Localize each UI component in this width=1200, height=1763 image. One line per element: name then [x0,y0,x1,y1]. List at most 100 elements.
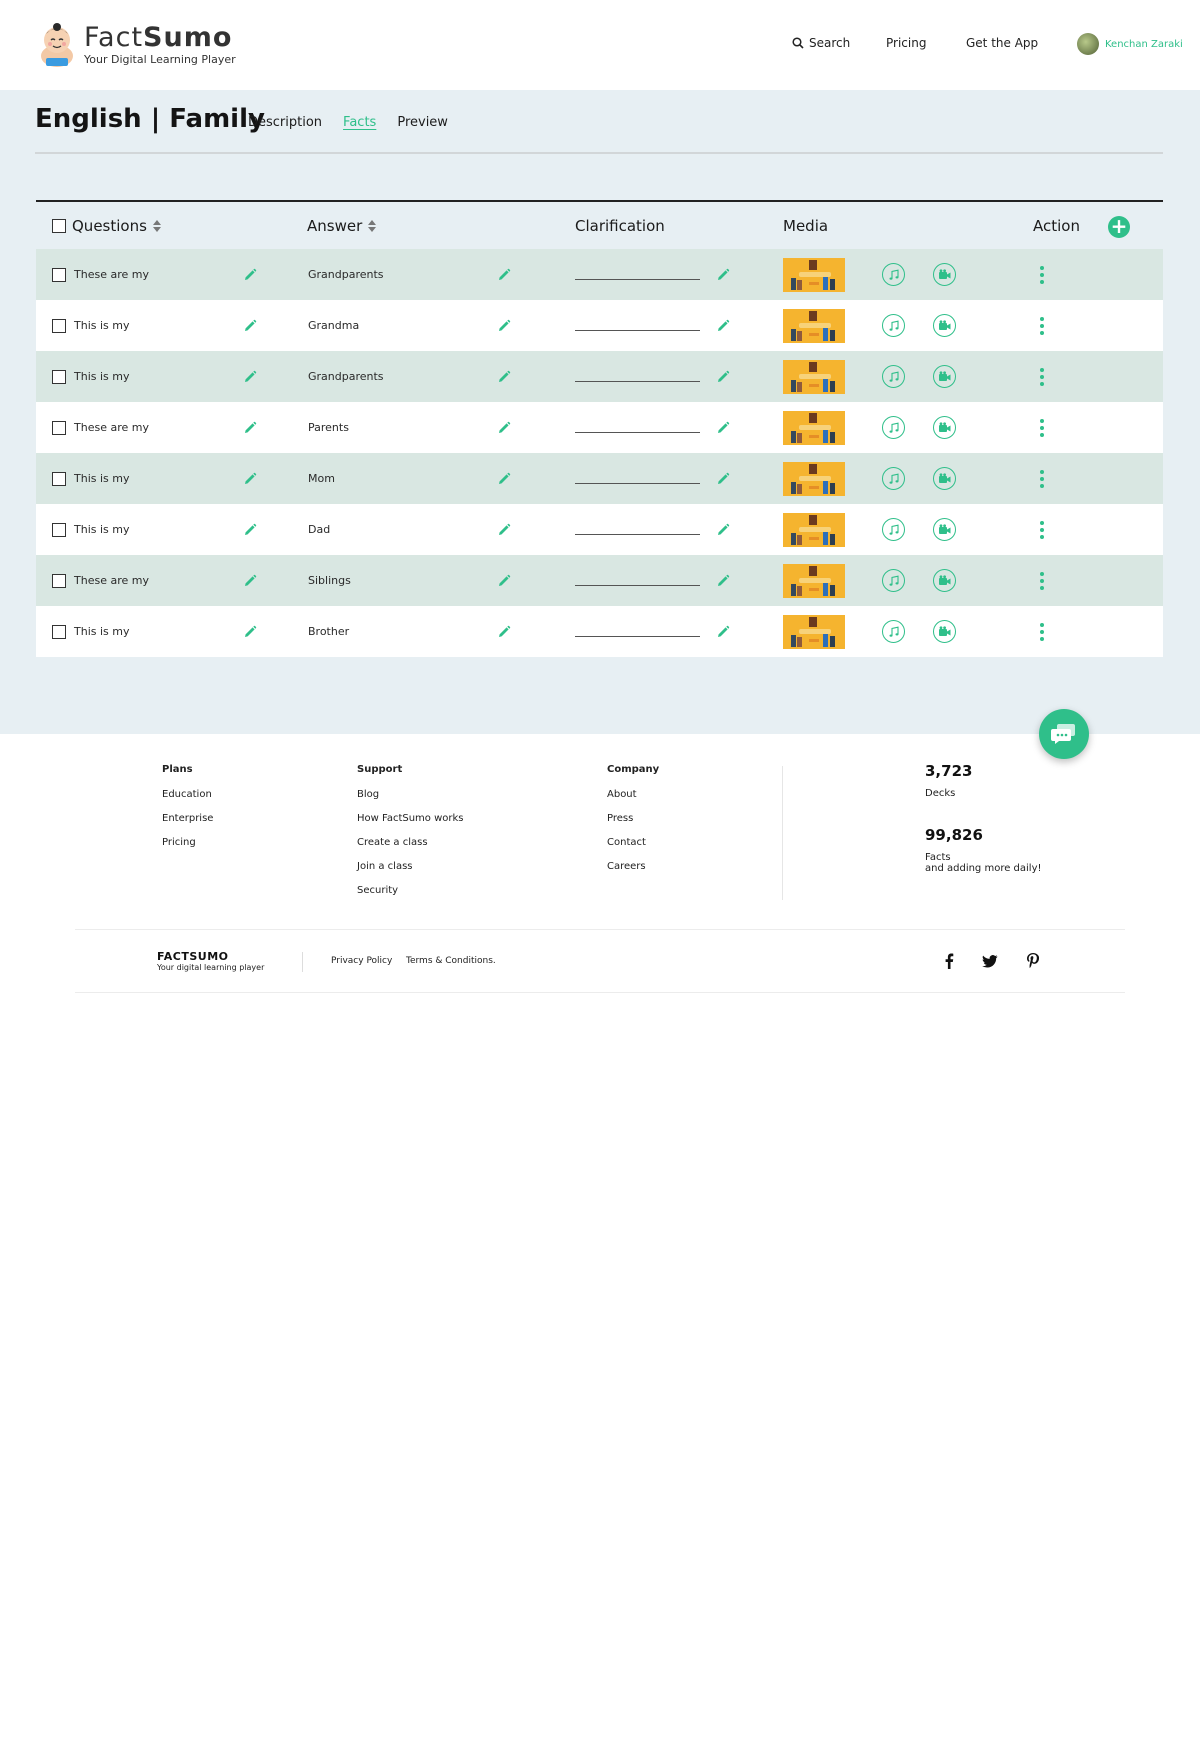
row-checkbox[interactable] [52,471,66,486]
edit-answer-pencil-icon[interactable] [497,555,511,606]
clarification-field[interactable] [575,504,700,555]
question-cell[interactable]: This is my [74,504,129,555]
video-camera-icon[interactable] [933,569,956,592]
question-cell[interactable]: This is my [74,300,129,351]
tab-preview[interactable]: Preview [397,115,448,130]
more-vertical-icon[interactable] [1036,520,1048,539]
edit-answer-pencil-icon[interactable] [497,249,511,300]
media-thumbnail[interactable] [783,410,845,445]
sort-icon[interactable] [152,220,161,232]
music-note-icon[interactable] [882,314,905,337]
edit-clarification-pencil-icon[interactable] [716,300,730,351]
user-menu[interactable]: Kenchan Zaraki [1077,33,1183,55]
media-thumbnail[interactable] [783,512,845,547]
more-vertical-icon[interactable] [1036,571,1048,590]
question-cell[interactable]: This is my [74,351,129,402]
edit-clarification-pencil-icon[interactable] [716,351,730,402]
edit-answer-pencil-icon[interactable] [497,402,511,453]
row-checkbox[interactable] [52,420,66,435]
header-questions[interactable]: Questions [52,217,161,235]
media-thumbnail[interactable] [783,461,845,496]
more-vertical-icon[interactable] [1036,418,1048,437]
edit-clarification-pencil-icon[interactable] [716,249,730,300]
clarification-field[interactable] [575,249,700,300]
answer-cell[interactable]: Grandma [308,300,359,351]
nav-search[interactable]: Search [792,36,850,50]
nav-pricing[interactable]: Pricing [886,36,926,50]
footer-link-education[interactable]: Education [162,789,213,800]
media-thumbnail[interactable] [783,308,845,343]
music-note-icon[interactable] [882,518,905,541]
footer-link-how-it-works[interactable]: How FactSumo works [357,813,464,824]
video-camera-icon[interactable] [933,263,956,286]
footer-link-join-class[interactable]: Join a class [357,861,464,872]
edit-question-pencil-icon[interactable] [243,555,257,606]
privacy-policy-link[interactable]: Privacy Policy [331,956,392,966]
select-all-checkbox[interactable] [52,219,66,233]
edit-answer-pencil-icon[interactable] [497,300,511,351]
more-vertical-icon[interactable] [1036,265,1048,284]
edit-answer-pencil-icon[interactable] [497,504,511,555]
nav-get-the-app[interactable]: Get the App [966,36,1038,50]
row-checkbox[interactable] [52,369,66,384]
question-cell[interactable]: These are my [74,249,149,300]
footer-link-blog[interactable]: Blog [357,789,464,800]
video-camera-icon[interactable] [933,365,956,388]
header-answer[interactable]: Answer [307,217,377,235]
question-cell[interactable]: These are my [74,402,149,453]
edit-question-pencil-icon[interactable] [243,402,257,453]
clarification-field[interactable] [575,351,700,402]
footer-link-security[interactable]: Security [357,885,464,896]
more-vertical-icon[interactable] [1036,367,1048,386]
clarification-field[interactable] [575,555,700,606]
clarification-field[interactable] [575,606,700,657]
music-note-icon[interactable] [882,620,905,643]
clarification-field[interactable] [575,300,700,351]
edit-clarification-pencil-icon[interactable] [716,606,730,657]
edit-answer-pencil-icon[interactable] [497,606,511,657]
edit-question-pencil-icon[interactable] [243,504,257,555]
edit-clarification-pencil-icon[interactable] [716,555,730,606]
answer-cell[interactable]: Parents [308,402,349,453]
answer-cell[interactable]: Brother [308,606,349,657]
answer-cell[interactable]: Grandparents [308,249,384,300]
answer-cell[interactable]: Grandparents [308,351,384,402]
answer-cell[interactable]: Siblings [308,555,351,606]
answer-cell[interactable]: Mom [308,453,335,504]
row-checkbox[interactable] [52,267,66,282]
edit-question-pencil-icon[interactable] [243,300,257,351]
footer-link-enterprise[interactable]: Enterprise [162,813,213,824]
video-camera-icon[interactable] [933,518,956,541]
video-camera-icon[interactable] [933,416,956,439]
pinterest-icon[interactable] [1024,951,1042,971]
twitter-icon[interactable] [981,951,999,971]
answer-cell[interactable]: Dad [308,504,330,555]
footer-link-about[interactable]: About [607,789,659,800]
media-thumbnail[interactable] [783,563,845,598]
video-camera-icon[interactable] [933,620,956,643]
media-thumbnail[interactable] [783,614,845,649]
factsumo-logo[interactable]: FactSumo Your Digital Learning Player [36,22,236,68]
footer-link-press[interactable]: Press [607,813,659,824]
edit-answer-pencil-icon[interactable] [497,453,511,504]
facebook-icon[interactable] [940,951,958,971]
video-camera-icon[interactable] [933,314,956,337]
tab-description[interactable]: Description [248,115,322,130]
row-checkbox[interactable] [52,318,66,333]
more-vertical-icon[interactable] [1036,622,1048,641]
clarification-field[interactable] [575,402,700,453]
edit-clarification-pencil-icon[interactable] [716,504,730,555]
more-vertical-icon[interactable] [1036,316,1048,335]
media-thumbnail[interactable] [783,257,845,292]
footer-link-careers[interactable]: Careers [607,861,659,872]
edit-question-pencil-icon[interactable] [243,606,257,657]
video-camera-icon[interactable] [933,467,956,490]
media-thumbnail[interactable] [783,359,845,394]
sort-icon[interactable] [368,220,377,232]
question-cell[interactable]: This is my [74,453,129,504]
footer-link-create-class[interactable]: Create a class [357,837,464,848]
chat-button[interactable] [1039,709,1089,759]
terms-link[interactable]: Terms & Conditions. [406,956,496,966]
row-checkbox[interactable] [52,624,66,639]
music-note-icon[interactable] [882,263,905,286]
